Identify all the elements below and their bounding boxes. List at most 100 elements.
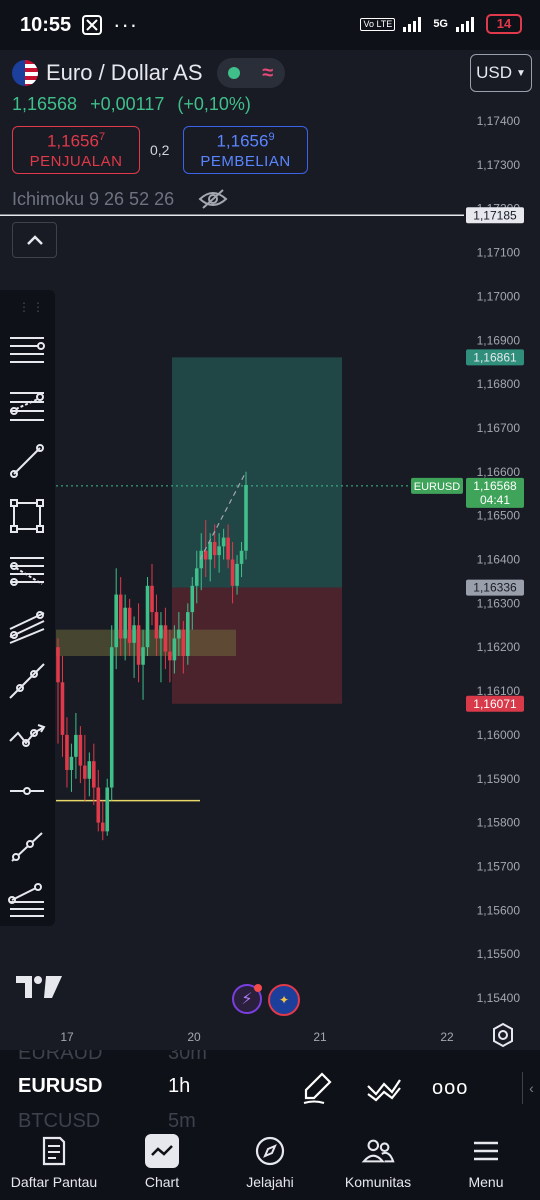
chart-settings-icon[interactable] [490,1022,516,1048]
y-axis-tick: 1,16600 [477,465,521,479]
chart-area[interactable]: 1,174001,173001,172001,171001,170001,169… [0,50,540,1050]
extended-line-icon[interactable] [8,662,46,700]
candle-body [235,563,239,586]
eu-flag-icon[interactable]: ✦ [268,984,300,1016]
y-axis-tick: 1,15700 [477,859,521,873]
active-timeframe: 1h [168,1075,191,1097]
more-options-icon[interactable]: ooo [432,1077,468,1100]
nav-community[interactable]: Komunitas [324,1128,432,1200]
horizontal-line-price: 1,17185 [473,208,517,222]
eye-off-icon[interactable] [198,188,228,210]
current-price: 1,16568 [473,479,517,493]
y-axis-tick: 1,15800 [477,816,521,830]
candle-body [150,585,154,613]
parallel-channel-icon[interactable] [8,607,46,645]
x-axis-tick: 20 [187,1030,201,1044]
y-axis-tick: 1,16900 [477,333,521,347]
candle-body [105,787,110,832]
horizontal-ray-icon[interactable] [8,772,46,810]
price-summary: 1,16568 +0,00117 (+0,10%) [12,94,259,115]
last-price: 1,16568 [12,94,78,114]
y-axis-tick: 1,16300 [477,596,521,610]
candle-body [154,612,159,639]
symbol-header[interactable]: Euro / Dollar AS ≈ [12,58,285,88]
indicator-label[interactable]: Ichimoku 9 26 52 26 [12,189,174,210]
y-axis-tick: 1,16200 [477,640,521,654]
buy-price: 1,1656 [216,131,269,151]
brush-icon[interactable] [300,1070,336,1106]
drawing-toolbar[interactable]: ⋮⋮ [0,290,55,926]
ray-icon[interactable] [8,827,46,865]
gann-fan-icon[interactable] [8,552,46,590]
collapse-legend-button[interactable] [12,222,57,258]
nav-explore[interactable]: Jelajahi [216,1128,324,1200]
candle-body [221,537,226,547]
status-right: Vo LTE 5G 14 [360,14,522,34]
buy-label: PEMBELIAN [200,152,291,170]
prev-timeframe: 30m [168,1050,207,1064]
candle-body [96,787,101,823]
candle-body [141,647,145,665]
y-axis-tick: 1,17000 [477,289,521,303]
y-axis-tick: 1,17100 [477,246,521,260]
candle-body [83,765,87,779]
candle-body [69,756,74,770]
trend-line-icon[interactable] [8,442,46,480]
bottom-navigation: Daftar Pantau Chart Jelajahi Komunitas M… [0,1128,540,1200]
nav-chart[interactable]: Chart [108,1128,216,1200]
symbol-timeframe-strip[interactable]: EURAUD 30m EURUSD 1h BTCUSD 5m ooo ‹ [0,1050,540,1128]
buy-button[interactable]: 1,16569 PEMBELIAN [183,126,308,174]
nav-watchlist[interactable]: Daftar Pantau [0,1128,108,1200]
chevron-down-icon: ▼ [516,67,526,79]
x-axis-tick: 22 [440,1030,454,1044]
status-time: 10:55 [20,13,72,36]
active-symbol-row[interactable]: EURUSD 1h [18,1075,190,1098]
horizontal-lines-icon[interactable] [8,330,46,368]
y-axis-tick: 1,16400 [477,553,521,567]
stop-price: 1,16071 [473,697,517,711]
y-axis-tick: 1,15400 [477,991,521,1005]
rectangle-icon[interactable] [8,497,46,535]
market-status-pill[interactable]: ≈ [216,58,285,88]
indicator-legend[interactable]: Ichimoku 9 26 52 26 [12,188,228,210]
toolbar-drag-handle[interactable]: ⋮⋮ [18,300,46,314]
nav-label-chart: Chart [144,1174,180,1190]
fib-retracement-icon[interactable] [8,387,46,425]
pitchfork-icon[interactable] [8,882,46,920]
community-icon [361,1139,395,1163]
app-notification-icon [82,15,103,35]
battery-indicator: 14 [486,14,522,34]
drawing-mode-icon[interactable] [366,1070,402,1106]
menu-icon [474,1141,498,1161]
notification-dot [254,984,262,992]
candle-body [172,638,177,661]
nav-label-menu: Menu [468,1174,504,1190]
candle-body [114,594,118,648]
candle-countdown: 04:41 [480,493,510,507]
symbol-name[interactable]: Euro / Dollar AS [46,60,203,86]
candle-body [212,541,217,556]
sell-button[interactable]: 1,16567 PENJUALAN [12,126,140,174]
candle-body [145,585,150,648]
y-axis-tick: 1,17300 [477,158,521,172]
candle-body [190,585,195,613]
market-open-icon [227,67,240,79]
nav-label-explore: Jelajahi [246,1174,294,1190]
nav-label-watchlist: Daftar Pantau [10,1174,98,1190]
price-change-pct: (+0,10%) [177,94,251,114]
path-icon[interactable] [8,717,46,755]
candle-body [159,625,163,639]
candle-body [118,594,123,639]
sell-price: 1,1656 [46,131,99,151]
nav-label-community: Komunitas [344,1174,412,1190]
y-axis-tick: 1,15900 [477,772,521,786]
nav-menu[interactable]: Menu [432,1128,540,1200]
prev-symbol-row[interactable]: EURAUD 30m [18,1050,207,1065]
lightning-icon[interactable]: ⚡ [232,984,262,1014]
y-axis-tick: 1,15600 [477,903,521,917]
strip-expand-icon[interactable]: ‹ [522,1072,540,1104]
next-symbol-row[interactable]: BTCUSD 5m [18,1110,196,1128]
candle-body [92,761,96,788]
spread-value: 0,2 [150,142,170,158]
currency-select[interactable]: USD ▼ [470,54,532,92]
